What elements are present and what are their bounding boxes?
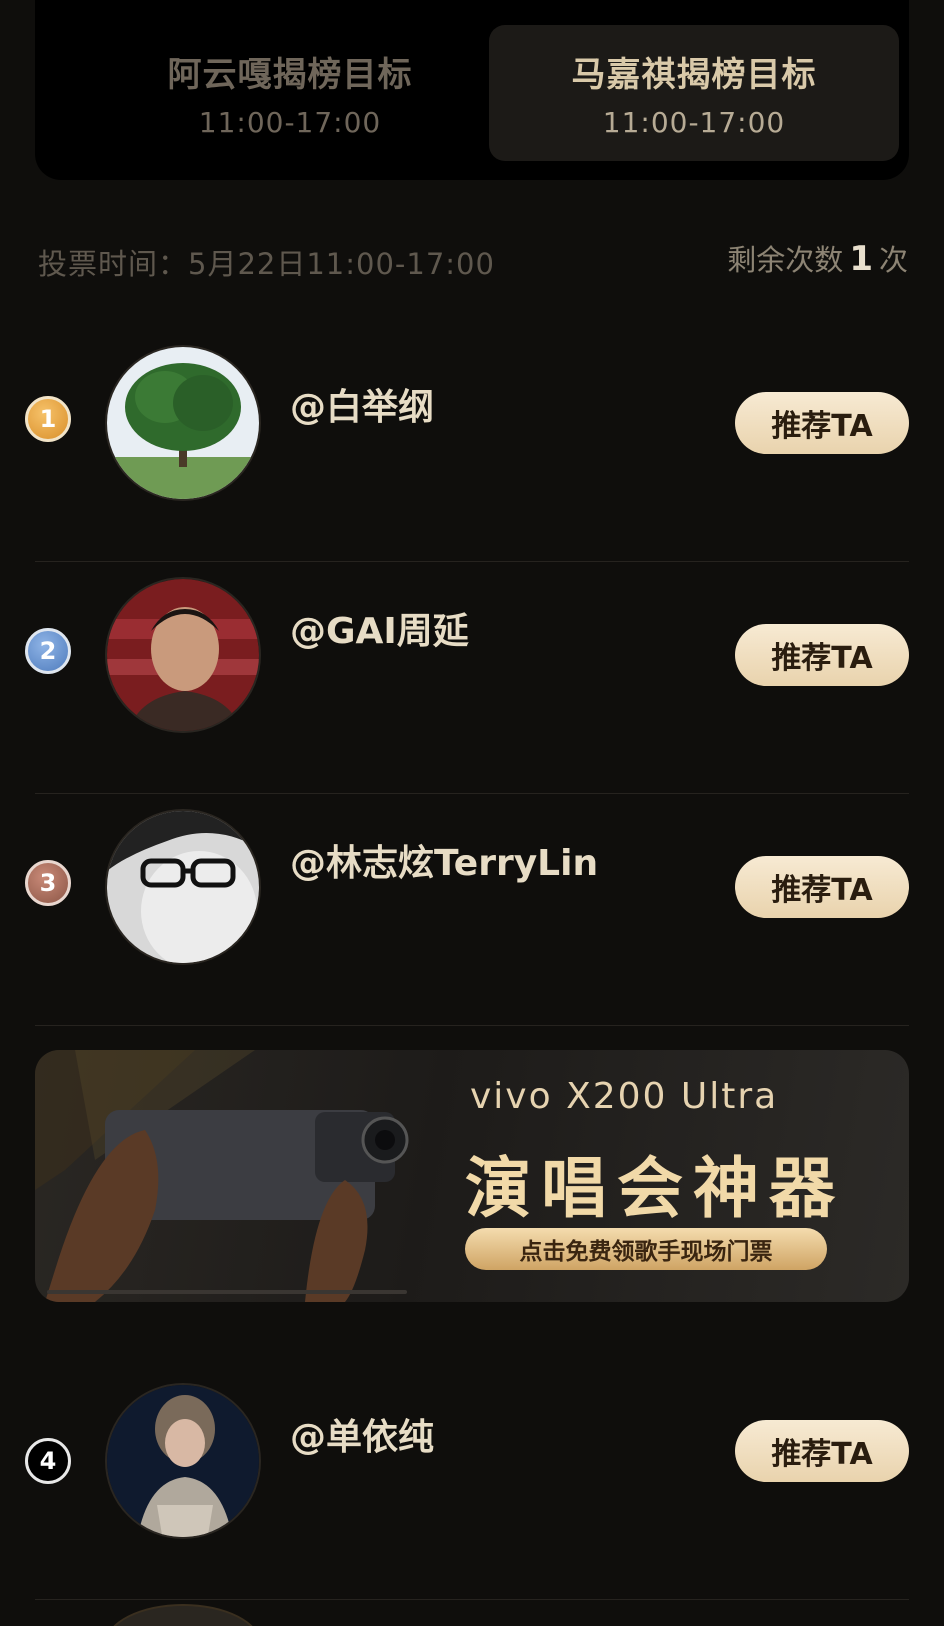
camera-phone-illustration bbox=[35, 1050, 409, 1302]
recommend-button[interactable]: 推荐TA bbox=[735, 392, 909, 454]
list-item: 1 @白举纲 推荐TA bbox=[0, 330, 944, 562]
remaining-votes: 剩余次数 1 次 bbox=[727, 237, 908, 279]
tab-title: 马嘉祺揭榜目标 bbox=[571, 55, 817, 95]
portrait-avatar[interactable] bbox=[105, 577, 261, 733]
banner-fine-print bbox=[47, 1290, 407, 1294]
tab-time: 11:00-17:00 bbox=[198, 106, 382, 139]
singer-name: @白举纲 bbox=[290, 387, 435, 428]
rank-badge: 4 bbox=[25, 1438, 71, 1484]
list-item: 2 @GAI周延 推荐TA bbox=[0, 562, 944, 794]
remaining-prefix: 剩余次数 bbox=[727, 243, 844, 277]
vote-time: 投票时间：5月22日11:00-17:00 bbox=[38, 247, 495, 281]
list-item: 3 @林志炫TerryLin 推荐TA bbox=[0, 794, 944, 1026]
tab-ayunga-target[interactable]: 阿云嘎揭榜目标 11:00-17:00 bbox=[85, 25, 495, 161]
tree-avatar[interactable] bbox=[105, 345, 261, 501]
tab-time: 11:00-17:00 bbox=[602, 106, 786, 139]
rank-badge: 2 bbox=[25, 628, 71, 674]
singer-portrait-avatar[interactable] bbox=[105, 1383, 261, 1539]
banner-cta-button[interactable]: 点击免费领歌手现场门票 bbox=[465, 1228, 827, 1270]
recommend-button[interactable]: 推荐TA bbox=[735, 856, 909, 918]
divider bbox=[35, 1599, 909, 1600]
remaining-suffix: 次 bbox=[878, 243, 908, 277]
list-item: 4 @单依纯 推荐TA bbox=[0, 1368, 944, 1600]
tab-switcher: 阿云嘎揭榜目标 11:00-17:00 马嘉祺揭榜目标 11:00-17:00 bbox=[35, 0, 909, 180]
recommend-button[interactable]: 推荐TA bbox=[735, 624, 909, 686]
next-avatar-partial[interactable] bbox=[105, 1604, 261, 1626]
singer-name: @林志炫TerryLin bbox=[290, 843, 599, 884]
rank-badge: 1 bbox=[25, 396, 71, 442]
glasses-portrait-avatar[interactable] bbox=[105, 809, 261, 965]
tab-title: 阿云嘎揭榜目标 bbox=[167, 55, 413, 95]
vivo-banner-ad[interactable]: vivo X200 Ultra 演唱会神器 点击免费领歌手现场门票 bbox=[35, 1050, 909, 1302]
vote-info-row: 投票时间：5月22日11:00-17:00 剩余次数 1 次 bbox=[38, 237, 908, 281]
singer-name: @单依纯 bbox=[290, 1417, 435, 1458]
singer-name: @GAI周延 bbox=[290, 611, 469, 652]
divider bbox=[35, 1025, 909, 1026]
rank-badge: 3 bbox=[25, 860, 71, 906]
banner-title: vivo X200 Ultra bbox=[470, 1076, 779, 1117]
recommend-button[interactable]: 推荐TA bbox=[735, 1420, 909, 1482]
banner-subtitle: 演唱会神器 bbox=[465, 1150, 845, 1227]
remaining-count: 1 bbox=[849, 239, 873, 279]
tab-majiaqi-target[interactable]: 马嘉祺揭榜目标 11:00-17:00 bbox=[489, 25, 899, 161]
